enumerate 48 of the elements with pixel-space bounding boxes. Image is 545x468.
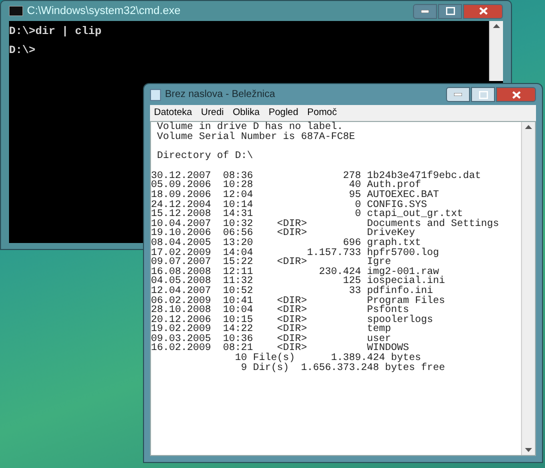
menu-item[interactable]: Oblika [232, 106, 260, 120]
text-line: Volume in drive D has no label. [156, 123, 344, 133]
close-icon [512, 90, 520, 98]
text-line: 20.12.2006 10:15 <DIR> spoolerlogs [151, 316, 434, 326]
text-line: 05.09.2006 10:28 40 Auth.prof [151, 181, 422, 191]
scrollbar[interactable] [521, 122, 535, 455]
minimize-icon [454, 93, 462, 96]
text-line: 10 File(s) 1.389.424 bytes [234, 354, 422, 364]
down-arrow-icon [525, 448, 532, 452]
text-line: 08.04.2005 13:20 696 graph.txt [151, 238, 422, 249]
text-line: 17.02.2009 14:04 1.157.733 hpfr5700.log [151, 248, 440, 258]
text-line: 09.07.2007 15:22 <DIR> Igre [151, 258, 392, 268]
up-arrow-icon [493, 24, 500, 28]
window-title: C:\Windows\system32\cmd.exe [27, 4, 182, 19]
text-line: 19.02.2009 14:22 <DIR> temp [151, 325, 392, 335]
text-line: 09.03.2005 10:36 <DIR> user [151, 334, 392, 344]
text-line: 18.09.2006 12:04 95 AUTOEXEC.BAT [151, 190, 440, 201]
menu-item[interactable]: Uredi [201, 106, 224, 120]
text-line: 04.05.2008 11:32 125 iospecial.ini [151, 277, 446, 287]
text-line: 28.10.2008 10:04 <DIR> Psfonts [151, 306, 410, 316]
maximize-icon [478, 90, 488, 98]
maximize-button[interactable] [471, 87, 495, 102]
menu-item[interactable]: Datoteka [154, 106, 192, 120]
maximize-icon [446, 7, 454, 15]
up-arrow-icon [525, 125, 532, 129]
close-icon [478, 7, 488, 15]
console-icon [9, 6, 23, 16]
menu-item[interactable]: Pogled [268, 106, 298, 120]
close-button[interactable] [463, 4, 503, 18]
maximize-button[interactable] [438, 4, 462, 18]
text-line: Directory of D:\ [156, 152, 254, 162]
close-button[interactable] [496, 87, 536, 102]
scrollbar[interactable] [489, 21, 503, 81]
text-line: 19.10.2006 06:56 <DIR> DriveKey [151, 229, 416, 239]
notepad-icon [150, 88, 161, 100]
text-line: 15.12.2008 14:31 0 ctapi_out_gr.txt [151, 210, 464, 220]
text-line: 06.02.2009 10:41 <DIR> Program Files [151, 296, 446, 306]
console-line: D:\>dir | clip [9, 26, 102, 38]
console-line: D:\> [9, 45, 36, 57]
minimize-button[interactable] [446, 87, 470, 102]
text-line: 9 Dir(s) 1.656.373.248 bytes free [240, 364, 446, 374]
minimize-button[interactable] [413, 4, 437, 18]
text-line: 12.04.2007 10:52 33 pdfinfo.ini [151, 286, 434, 296]
window-title: Brez naslova - Beležnica [165, 88, 276, 102]
menu-item[interactable]: Pomoč [307, 106, 337, 120]
minimize-icon [421, 10, 429, 12]
text-line: 16.08.2008 12:11 230.424 img2-001.raw [151, 268, 440, 278]
text-line: Volume Serial Number is 687A-FC8E [156, 132, 356, 142]
